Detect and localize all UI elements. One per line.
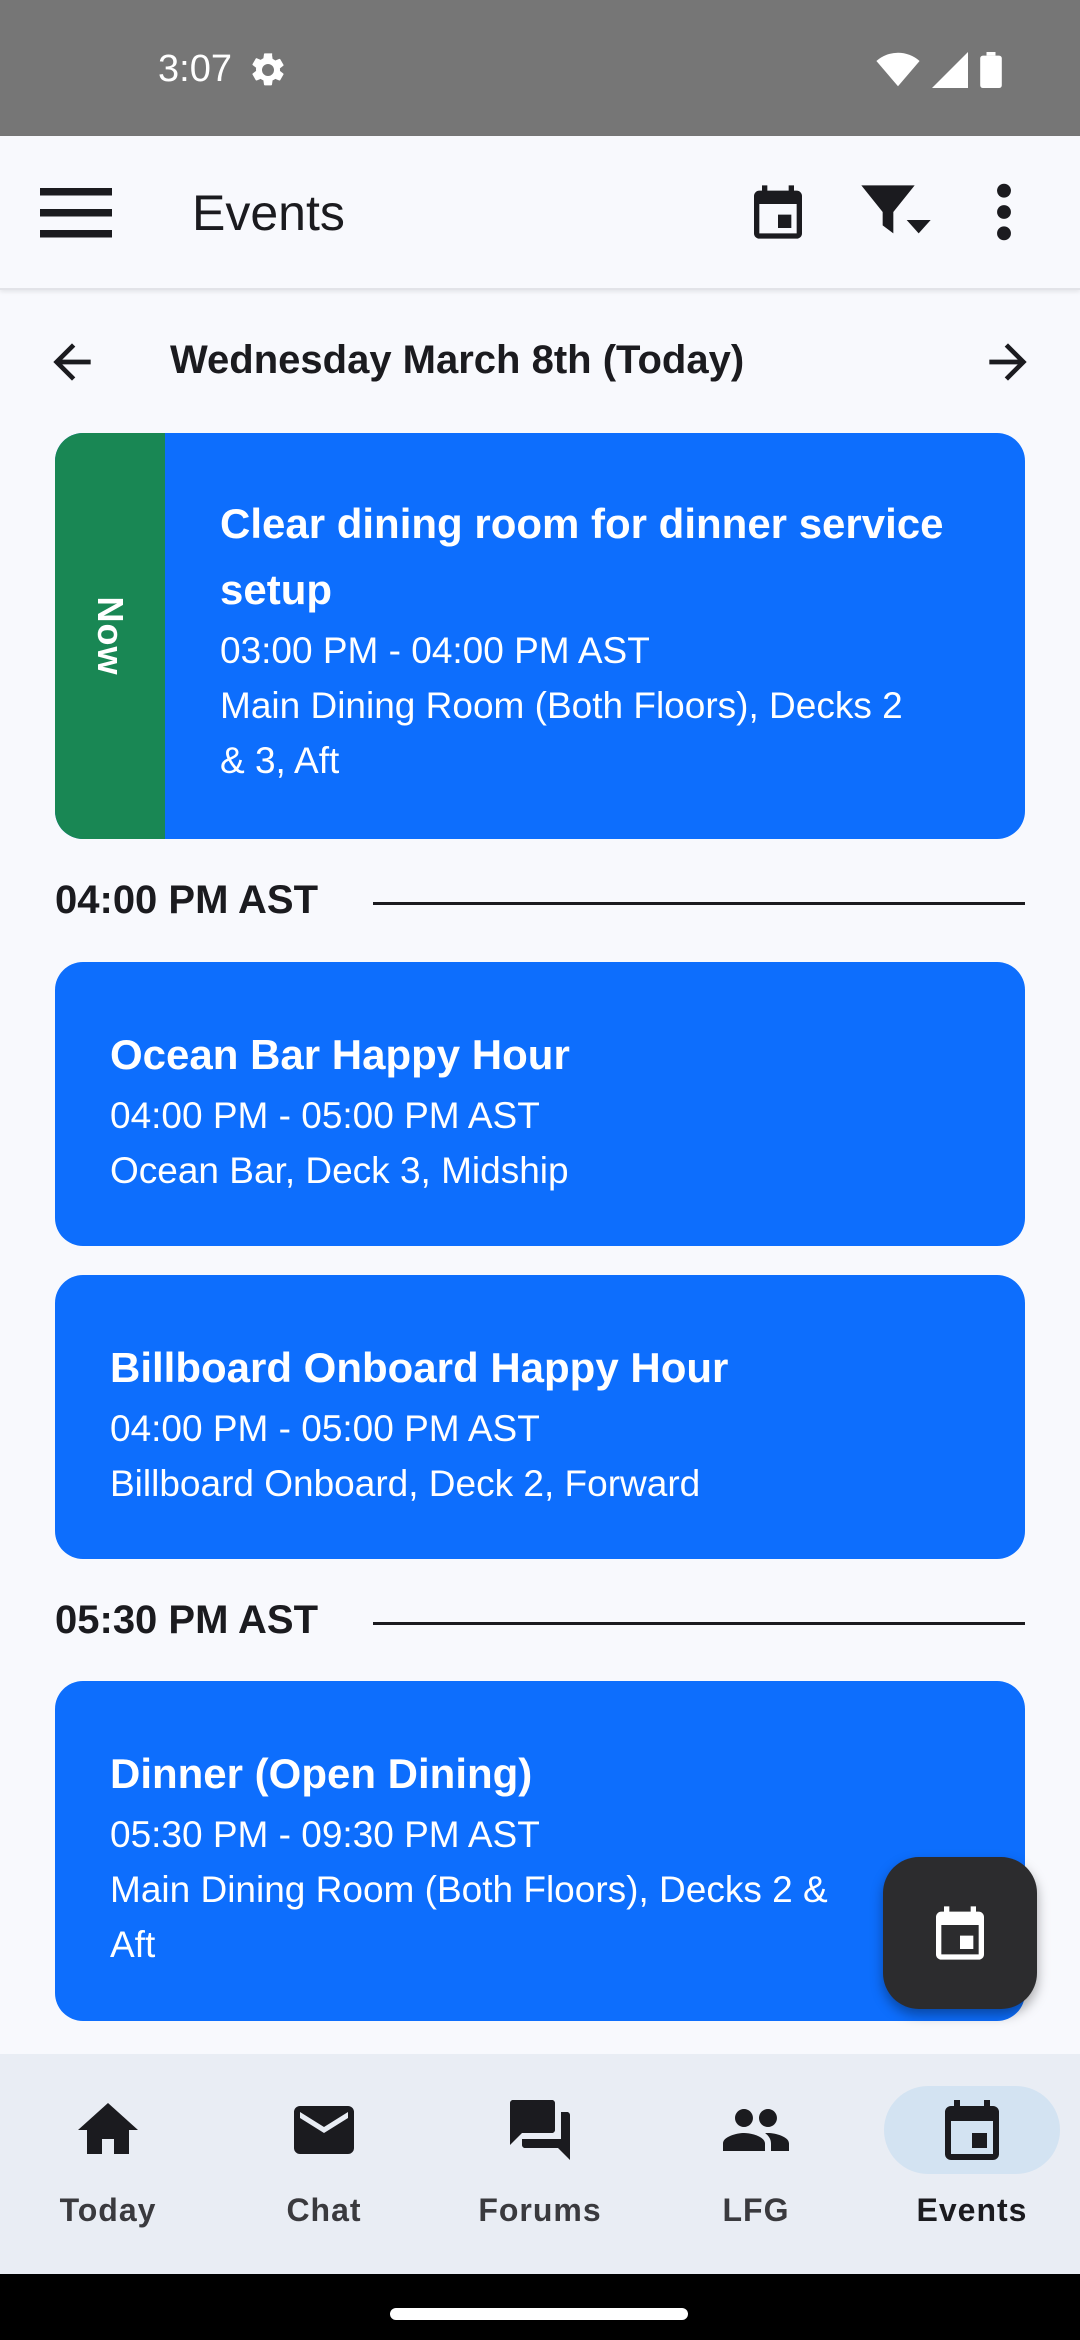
event-title: Ocean Bar Happy Hour <box>110 1031 570 1078</box>
nav-item-chat[interactable]: Chat <box>216 2054 432 2274</box>
status-time: 3:07 <box>158 48 232 90</box>
event-location: & 3, Aft <box>220 740 340 781</box>
nav-item-label: Events <box>916 2192 1028 2228</box>
calendar-icon <box>936 1906 984 1960</box>
event-location: Billboard Onboard, Deck 2, Forward <box>110 1463 701 1504</box>
nav-item-events[interactable]: Events <box>864 2054 1080 2274</box>
battery-icon <box>980 52 1002 88</box>
now-badge: Now <box>55 433 165 839</box>
time-group-label: 05:30 PM AST <box>55 1598 319 1642</box>
people-icon <box>723 2109 789 2151</box>
mail-icon <box>294 2106 354 2154</box>
nav-item-lfg[interactable]: LFG <box>648 2054 864 2274</box>
event-location: Main Dining Room (Both Floors), Decks 2 <box>220 685 903 726</box>
bottom-navigation: Today Chat Forums LFG Events <box>0 2054 1080 2274</box>
nav-item-label: LFG <box>722 2192 790 2228</box>
system-navigation-bar <box>0 2274 1080 2340</box>
event-card[interactable]: Ocean Bar Happy Hour 04:00 PM - 05:00 PM… <box>55 962 1025 1246</box>
time-group-header: 05:30 PM AST <box>55 1592 1025 1652</box>
calendar-icon[interactable] <box>746 180 810 244</box>
time-group-header: 04:00 PM AST <box>55 872 1025 932</box>
event-time: 05:30 PM - 09:30 PM AST <box>110 1814 540 1855</box>
event-title: Clear dining room for dinner service <box>220 500 944 547</box>
event-title: Dinner (Open Dining) <box>110 1750 533 1797</box>
event-time: 03:00 PM - 04:00 PM AST <box>220 630 650 671</box>
divider <box>373 1622 1025 1625</box>
calendar-icon <box>945 2100 999 2160</box>
cellular-signal-icon <box>932 52 968 88</box>
nav-item-label: Today <box>59 2192 157 2228</box>
filter-icon[interactable] <box>858 180 934 244</box>
event-title: setup <box>220 566 333 613</box>
event-title: Billboard Onboard Happy Hour <box>110 1344 729 1391</box>
forum-icon <box>510 2100 570 2160</box>
event-card-body: Ocean Bar Happy Hour 04:00 PM - 05:00 PM… <box>110 1022 985 1198</box>
now-badge-label: Now <box>90 596 131 676</box>
settings-gear-icon <box>252 53 284 86</box>
status-bar: 3:07 <box>0 0 1080 136</box>
arrow-back-icon[interactable] <box>40 334 104 390</box>
nav-item-today[interactable]: Today <box>0 2054 216 2274</box>
nav-item-forums[interactable]: Forums <box>432 2054 648 2274</box>
current-date-label: Wednesday March 8th (Today) <box>170 338 745 382</box>
nav-item-label: Chat <box>286 2192 362 2228</box>
event-card[interactable]: Billboard Onboard Happy Hour 04:00 PM - … <box>55 1275 1025 1559</box>
event-time: 04:00 PM - 05:00 PM AST <box>110 1095 540 1136</box>
event-card-body: Billboard Onboard Happy Hour 04:00 PM - … <box>110 1335 985 1511</box>
event-card-body: Clear dining room for dinner service set… <box>220 491 985 788</box>
home-icon <box>78 2103 138 2154</box>
arrow-forward-icon[interactable] <box>976 334 1040 390</box>
menu-icon[interactable] <box>40 182 112 242</box>
event-card-body: Dinner (Open Dining) 05:30 PM - 09:30 PM… <box>110 1741 985 1972</box>
date-navigator: Wednesday March 8th (Today) <box>0 320 1080 404</box>
time-group-label: 04:00 PM AST <box>55 878 319 922</box>
status-icons <box>876 52 1002 88</box>
nav-item-label: Forums <box>478 2192 602 2228</box>
home-gesture-handle[interactable] <box>390 2308 688 2320</box>
more-vert-icon[interactable] <box>984 180 1024 244</box>
event-card[interactable]: Now Clear dining room for dinner service… <box>55 433 1025 839</box>
page-title: Events <box>192 185 345 241</box>
event-card[interactable]: Dinner (Open Dining) 05:30 PM - 09:30 PM… <box>55 1681 1025 2021</box>
top-app-bar: Events <box>0 136 1080 290</box>
event-time: 04:00 PM - 05:00 PM AST <box>110 1408 540 1449</box>
event-location: Ocean Bar, Deck 3, Midship <box>110 1150 569 1191</box>
divider <box>373 902 1025 905</box>
wifi-icon <box>876 52 920 87</box>
calendar-fab-button[interactable] <box>883 1857 1037 2009</box>
event-location: Aft <box>110 1924 156 1965</box>
event-location: Main Dining Room (Both Floors), Decks 2 … <box>110 1869 828 1910</box>
